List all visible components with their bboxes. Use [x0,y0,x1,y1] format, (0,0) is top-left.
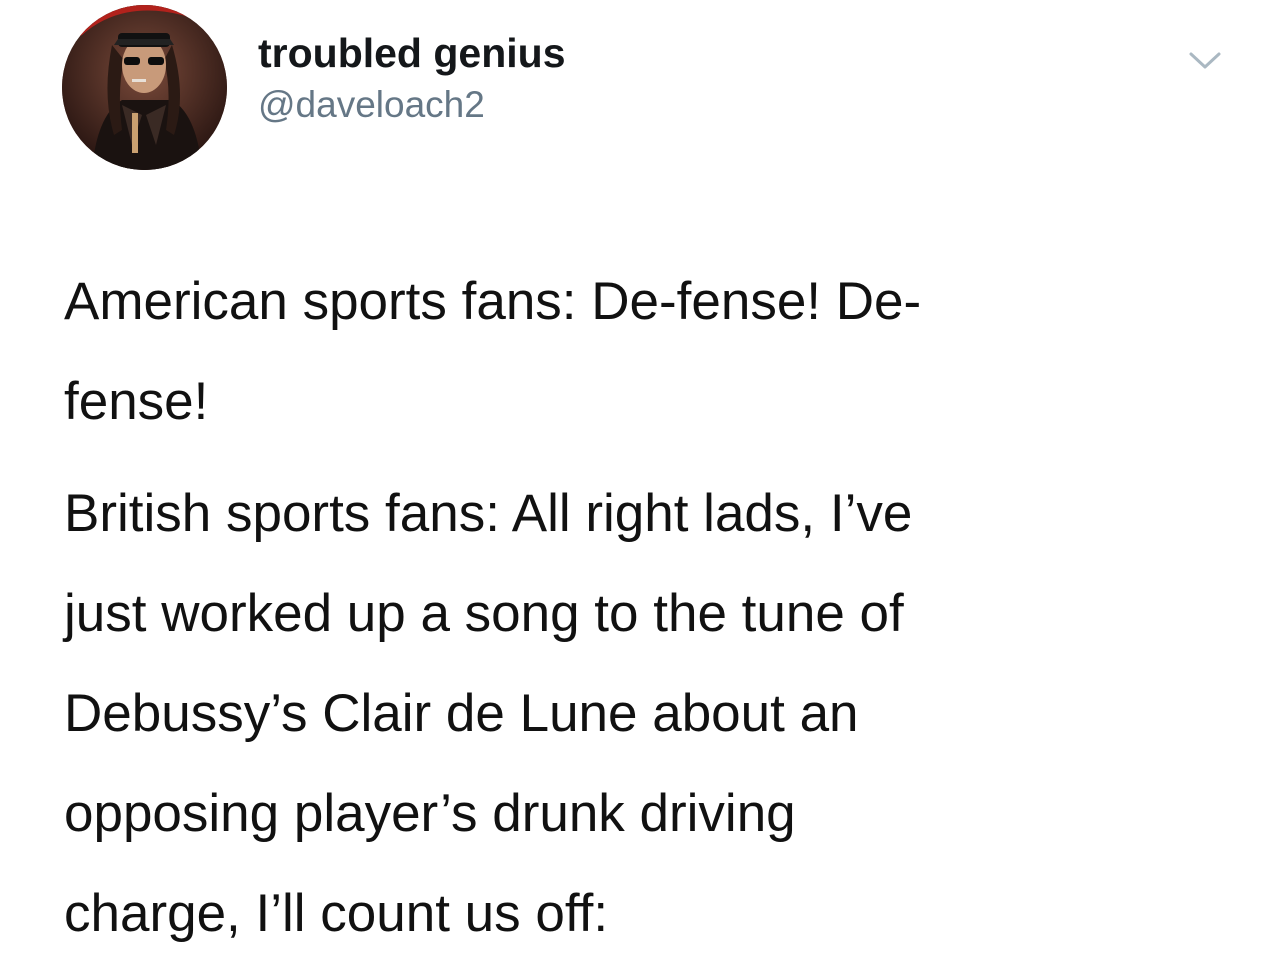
tweet-header: troubled genius @daveloach2 [62,5,1242,175]
text-line: Debussy’s Clair de Lune about an [64,684,859,743]
text-line: American sports fans: De-fense! De- [64,272,922,331]
avatar-image [62,5,227,170]
user-handle[interactable]: @daveloach2 [258,81,566,129]
chevron-down-icon[interactable] [1185,45,1225,75]
tweet-text: American sports fans: De-fense! De- fens… [64,252,1224,964]
tweet-paragraph: British sports fans: All right lads, I’v… [64,464,1224,964]
display-name[interactable]: troubled genius [258,27,566,79]
author-names: troubled genius @daveloach2 [258,27,566,129]
avatar[interactable] [62,5,227,170]
text-line: fense! [64,372,209,431]
tweet-card: troubled genius @daveloach2 American spo… [0,0,1280,965]
text-line: charge, I’ll count us off: [64,884,609,943]
tweet-paragraph: American sports fans: De-fense! De- fens… [64,252,1224,452]
text-line: just worked up a song to the tune of [64,584,904,643]
text-line: British sports fans: All right lads, I’v… [64,484,913,543]
text-line: opposing player’s drunk driving [64,784,796,843]
